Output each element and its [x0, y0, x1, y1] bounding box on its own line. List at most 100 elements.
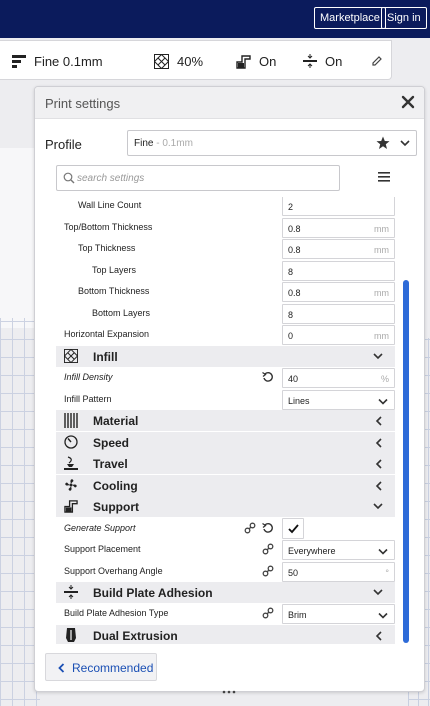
profile-summary-label: Fine 0.1mm	[34, 53, 103, 69]
category-travel[interactable]: Travel	[56, 453, 395, 474]
travel-icon	[64, 456, 78, 470]
infill-density-field[interactable]: 40 %	[282, 368, 395, 388]
chevron-down-icon	[373, 503, 383, 510]
chevron-down-icon	[373, 589, 383, 596]
category-support[interactable]: Support	[56, 496, 395, 517]
top-layers-field[interactable]: 8	[282, 261, 395, 281]
resize-handle-icon[interactable]	[222, 690, 236, 694]
category-label: Cooling	[93, 479, 138, 493]
print-setup-summary-bar[interactable]: Fine 0.1mm 40% On On	[0, 40, 392, 80]
star-icon[interactable]	[376, 136, 390, 150]
chevron-left-icon	[375, 438, 382, 448]
recommended-button[interactable]: Recommended	[45, 653, 157, 681]
category-infill[interactable]: Infill	[56, 346, 395, 367]
setting-label: Top Thickness	[78, 243, 136, 253]
search-settings-box[interactable]	[56, 165, 340, 191]
setting-support-placement: Support Placement Everywhere	[56, 539, 395, 560]
top-thickness-field[interactable]: 0.8 mm	[282, 239, 395, 259]
category-label: Infill	[93, 350, 118, 364]
support-summary[interactable]: On	[236, 41, 276, 81]
category-cooling[interactable]: Cooling	[56, 475, 395, 496]
profile-label: Profile	[45, 137, 82, 152]
profile-selector[interactable]: Fine - 0.1mm	[127, 130, 417, 156]
field-value: Brim	[288, 610, 307, 620]
edit-settings-button[interactable]	[372, 41, 382, 81]
fan-icon	[65, 479, 77, 491]
top-bottom-thickness-field[interactable]: 0.8 mm	[282, 218, 395, 238]
settings-scrollbar[interactable]	[403, 280, 409, 643]
reset-icon[interactable]	[262, 371, 274, 383]
link-icon[interactable]	[244, 522, 256, 534]
field-value: Lines	[288, 396, 310, 406]
pencil-icon	[372, 56, 382, 66]
setting-horizontal-expansion: Horizontal Expansion 0 mm	[56, 324, 395, 345]
support-icon	[236, 54, 251, 69]
field-unit: mm	[374, 331, 389, 341]
reset-icon[interactable]	[262, 522, 274, 534]
search-icon	[63, 172, 75, 184]
support-overhang-angle-field[interactable]: 50 °	[282, 562, 395, 582]
setting-label: Horizontal Expansion	[64, 329, 150, 339]
field-value: 0.8	[288, 245, 301, 255]
bottom-layers-field[interactable]: 8	[282, 304, 395, 324]
category-label: Speed	[93, 436, 130, 450]
adhesion-summary[interactable]: On	[303, 41, 342, 81]
layer-height-icon	[12, 55, 26, 68]
layer-height-summary[interactable]: Fine 0.1mm	[12, 41, 103, 81]
setting-label: Build Plate Adhesion Type	[64, 608, 169, 618]
infill-icon	[64, 349, 78, 363]
setting-label: Bottom Thickness	[78, 286, 150, 296]
field-value: 0	[288, 331, 294, 341]
support-summary-label: On	[259, 53, 277, 69]
category-build-plate-adhesion[interactable]: Build Plate Adhesion	[56, 582, 395, 603]
setting-label: Support Overhang Angle	[64, 566, 163, 576]
bottom-thickness-field[interactable]: 0.8 mm	[282, 282, 395, 302]
field-unit: mm	[374, 224, 389, 234]
sign-in-button[interactable]: Sign in	[381, 7, 427, 29]
settings-list[interactable]: Wall Line Count 2 Top/Bottom Thickness 0…	[56, 197, 395, 644]
support-placement-select[interactable]: Everywhere	[282, 540, 395, 560]
category-material[interactable]: Material	[56, 410, 395, 431]
horizontal-expansion-field[interactable]: 0 mm	[282, 325, 395, 345]
field-value: 50	[288, 568, 299, 578]
adhesion-icon	[64, 585, 78, 599]
setting-bottom-layers: Bottom Layers 8	[56, 303, 395, 324]
category-label: Support	[93, 500, 139, 514]
setting-bottom-thickness: Bottom Thickness 0.8 mm	[56, 281, 395, 302]
adhesion-summary-label: On	[325, 53, 343, 69]
setting-label: Infill Pattern	[64, 394, 112, 404]
setting-label: Top/Bottom Thickness	[64, 222, 153, 232]
setting-top-thickness: Top Thickness 0.8 mm	[56, 238, 395, 259]
category-speed[interactable]: Speed	[56, 432, 395, 453]
infill-summary-label: 40%	[177, 53, 204, 69]
panel-header: Print settings	[35, 87, 424, 119]
category-label: Material	[93, 414, 139, 428]
settings-visibility-menu-icon[interactable]	[378, 172, 390, 182]
setting-label: Bottom Layers	[92, 308, 151, 318]
setting-top-bottom-thickness: Top/Bottom Thickness 0.8 mm	[56, 217, 395, 238]
chevron-down-icon	[378, 612, 388, 619]
search-input[interactable]	[77, 170, 332, 186]
link-icon[interactable]	[262, 607, 274, 619]
link-icon[interactable]	[262, 565, 274, 577]
setting-label: Top Layers	[92, 265, 137, 275]
dual-extrusion-icon	[66, 628, 76, 642]
link-icon[interactable]	[262, 543, 274, 555]
chevron-down-icon	[400, 140, 410, 147]
chevron-down-icon	[378, 548, 388, 555]
build-plate-adhesion-type-select[interactable]: Brim	[282, 604, 395, 624]
panel-title: Print settings	[45, 96, 121, 111]
infill-summary[interactable]: 40%	[154, 41, 203, 81]
setting-wall-line-count: Wall Line Count 2	[56, 197, 395, 216]
marketplace-button[interactable]: Marketplace	[314, 7, 386, 29]
wall-line-count-field[interactable]: 2	[282, 197, 395, 216]
category-dual-extrusion[interactable]: Dual Extrusion	[56, 625, 395, 644]
category-label: Dual Extrusion	[93, 629, 178, 643]
field-unit: %	[380, 374, 389, 384]
field-value: 8	[288, 310, 294, 320]
field-unit: mm	[374, 288, 389, 298]
infill-pattern-select[interactable]: Lines	[282, 390, 395, 410]
close-icon[interactable]	[400, 94, 416, 110]
generate-support-checkbox[interactable]	[282, 518, 304, 539]
setting-label: Wall Line Count	[78, 200, 142, 210]
